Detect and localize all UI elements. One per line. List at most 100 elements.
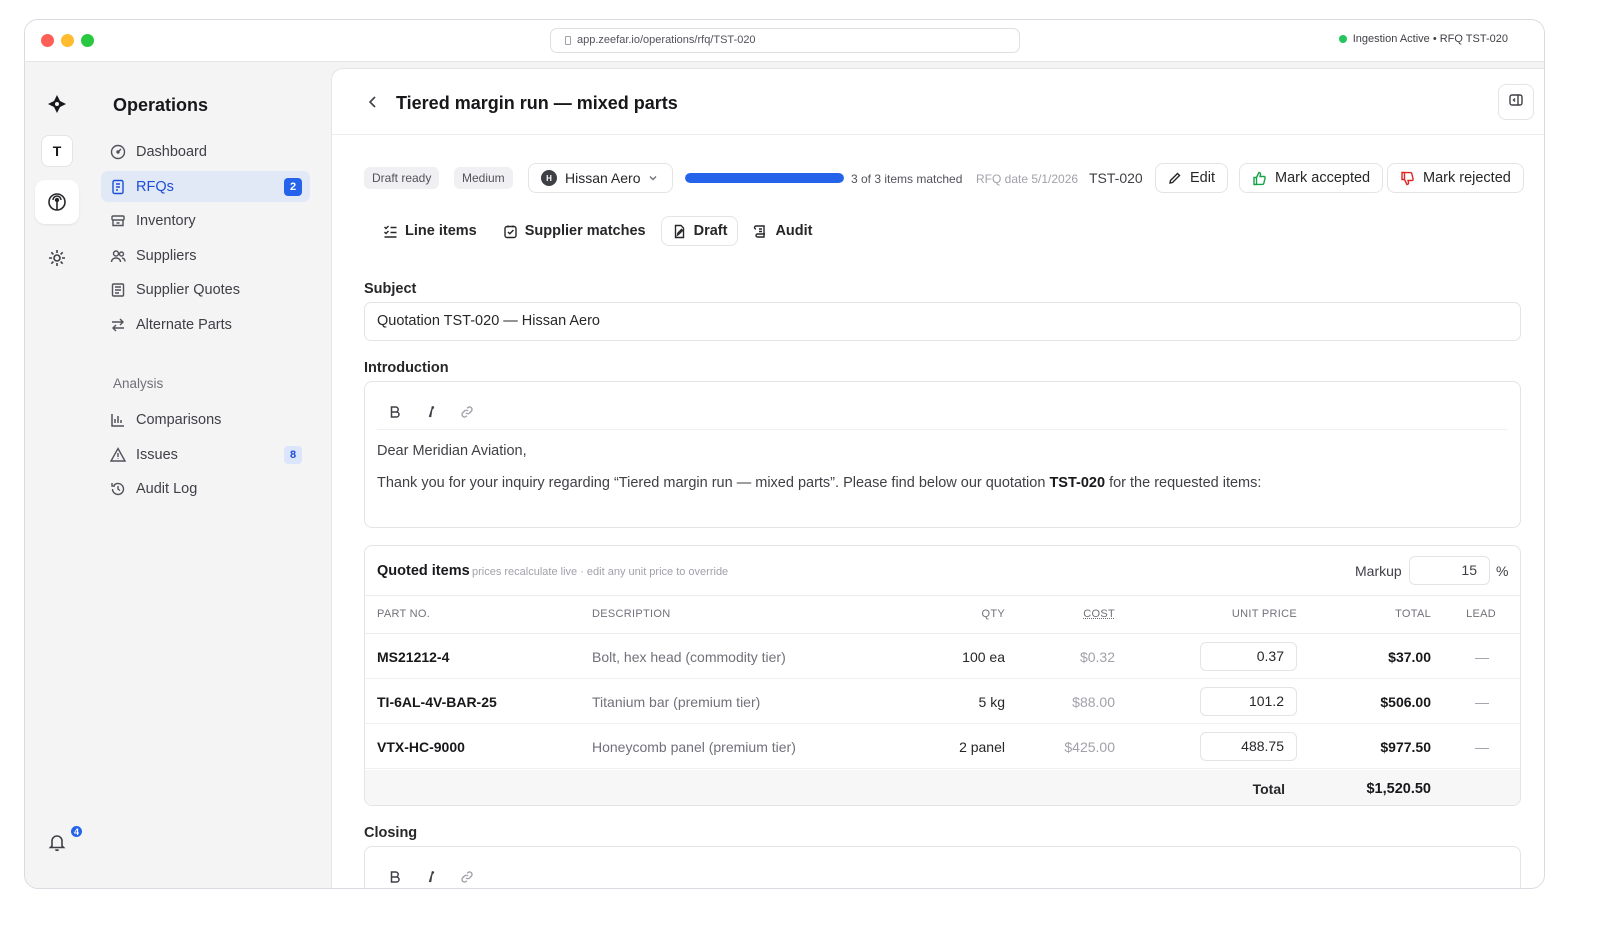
column-header-total: TOTAL	[1395, 608, 1431, 620]
subject-label: Subject	[364, 281, 417, 297]
part-quantity: 2 panel	[959, 739, 1005, 755]
sidebar-item-alternate-parts[interactable]: Alternate Parts	[101, 309, 310, 340]
sidebar-item-rfqs[interactable]: RFQs 2	[101, 171, 310, 202]
quoted-items-header: Quoted items prices recalculate live · e…	[365, 546, 1520, 596]
tab-supplier-matches[interactable]: Supplier matches	[492, 216, 657, 246]
back-chevron-icon[interactable]	[362, 91, 384, 113]
workspace-avatar[interactable]: T	[41, 135, 73, 167]
tab-label: Supplier matches	[524, 223, 646, 239]
ingestion-status-text: Ingestion Active • RFQ TST-020	[1352, 33, 1508, 45]
pencil-icon	[1168, 171, 1182, 185]
edit-label: Edit	[1190, 170, 1215, 186]
introduction-label: Introduction	[364, 360, 449, 376]
sidebar-item-issues[interactable]: Issues 8	[101, 439, 310, 470]
line-total: $37.00	[1388, 649, 1431, 665]
url-bar[interactable]: app.zeefar.io/operations/rfq/TST-020	[550, 28, 1020, 53]
subject-input[interactable]: Quotation TST-020 — Hissan Aero	[364, 302, 1521, 341]
column-header-cost[interactable]: COST	[1083, 608, 1115, 620]
edit-button[interactable]: Edit	[1155, 163, 1228, 193]
toggle-panel-button[interactable]	[1498, 84, 1534, 120]
mark-accepted-button[interactable]: Mark accepted	[1239, 163, 1384, 193]
column-header-unit-price: UNIT PRICE	[1231, 608, 1297, 620]
part-description: Bolt, hex head (commodity tier)	[592, 649, 786, 665]
dashboard-icon	[110, 144, 126, 160]
closing-toolbar	[377, 859, 1507, 889]
document-edit-icon	[672, 224, 687, 239]
rfq-id: TST-020	[1089, 170, 1143, 186]
part-cost: $88.00	[1072, 694, 1115, 710]
quoted-items-hint: prices recalculate live · edit any unit …	[472, 566, 729, 578]
ingestion-status: Ingestion Active • RFQ TST-020	[1338, 33, 1508, 45]
sidebar-item-suppliers[interactable]: Suppliers	[101, 240, 310, 271]
table-row: VTX-HC-9000 Honeycomb panel (premium tie…	[365, 724, 1520, 769]
tab-line-items[interactable]: Line items	[372, 216, 488, 246]
minimize-window-button[interactable]	[61, 34, 74, 47]
scroll-icon	[753, 224, 768, 239]
sidebar-item-comparisons[interactable]: Comparisons	[101, 404, 310, 435]
introduction-greeting: Dear Meridian Aviation,	[377, 443, 527, 459]
browser-window: app.zeefar.io/operations/rfq/TST-020 Ing…	[24, 19, 1545, 889]
draft-tabs: Line items Supplier matches Draft Audit	[372, 216, 827, 246]
italic-icon[interactable]	[413, 864, 449, 889]
swap-icon	[110, 317, 126, 333]
sidebar-item-label: Inventory	[136, 212, 196, 229]
markup-input[interactable]: 15	[1409, 556, 1490, 585]
link-icon[interactable]	[449, 399, 485, 425]
introduction-editor[interactable]: Dear Meridian Aviation, Thank you for yo…	[364, 381, 1521, 528]
part-number: MS21212-4	[377, 649, 450, 665]
sidebar: Operations Dashboard RFQs 2 Inventory Su…	[89, 70, 323, 888]
intro-body-tail: for the requested items:	[1105, 475, 1262, 491]
unit-price-input[interactable]: 488.75	[1200, 732, 1297, 761]
history-icon	[110, 481, 126, 497]
operations-icon[interactable]	[35, 180, 79, 224]
panel-toggle-icon	[1508, 92, 1524, 113]
tab-label: Line items	[405, 223, 477, 239]
mark-rejected-button[interactable]: Mark rejected	[1387, 163, 1524, 193]
main-panel: Tiered margin run — mixed parts Draft re…	[331, 68, 1544, 889]
notifications-bell-icon[interactable]: 4	[35, 820, 84, 864]
intro-body-text: Thank you for your inquiry regarding “Ti…	[377, 475, 1050, 491]
part-description: Honeycomb panel (premium tier)	[592, 739, 796, 755]
logo-icon[interactable]	[35, 82, 79, 126]
intro-quote-id: TST-020	[1049, 475, 1106, 491]
unit-price-input[interactable]: 101.2	[1200, 687, 1297, 716]
status-badge: Draft ready	[364, 167, 440, 189]
bold-icon[interactable]	[377, 864, 413, 889]
maximize-window-button[interactable]	[81, 34, 94, 47]
introduction-body: Thank you for your inquiry regarding “Ti…	[377, 475, 1261, 491]
line-total: $977.50	[1380, 739, 1431, 755]
lead-time: —	[1475, 739, 1489, 755]
priority-badge: Medium	[454, 167, 513, 189]
sidebar-item-label: Suppliers	[136, 247, 197, 264]
icon-rail: T 4	[25, 62, 88, 888]
issues-count-badge: 8	[284, 446, 302, 464]
introduction-toolbar	[377, 394, 1507, 430]
line-total: $506.00	[1380, 694, 1431, 710]
italic-icon[interactable]	[413, 399, 449, 425]
part-cost: $0.32	[1079, 649, 1115, 665]
closing-label: Closing	[364, 825, 418, 841]
sidebar-item-label: Dashboard	[136, 143, 207, 160]
tab-audit[interactable]: Audit	[742, 216, 823, 246]
closing-editor[interactable]	[364, 846, 1521, 889]
rfq-count-badge: 2	[284, 178, 302, 196]
sidebar-item-inventory[interactable]: Inventory	[101, 205, 310, 236]
page-title: Tiered margin run — mixed parts	[396, 93, 678, 113]
page-header: Tiered margin run — mixed parts	[332, 69, 1544, 135]
link-icon[interactable]	[449, 864, 485, 889]
settings-gear-icon[interactable]	[35, 236, 79, 280]
sidebar-item-dashboard[interactable]: Dashboard	[101, 136, 310, 167]
tab-draft[interactable]: Draft	[660, 216, 739, 246]
markup-percent-sign: %	[1496, 563, 1509, 579]
part-quantity: 5 kg	[978, 694, 1005, 710]
sidebar-item-audit-log[interactable]: Audit Log	[101, 473, 310, 504]
rfq-icon	[110, 179, 126, 195]
supplier-select[interactable]: H Hissan Aero	[528, 163, 673, 193]
unit-price-input[interactable]: 0.37	[1200, 642, 1297, 671]
sidebar-item-label: Comparisons	[136, 411, 222, 428]
sidebar-item-supplier-quotes[interactable]: Supplier Quotes	[101, 274, 310, 305]
close-window-button[interactable]	[41, 34, 54, 47]
match-progress-fill	[685, 173, 844, 183]
analysis-section-label: Analysis	[113, 376, 164, 391]
bold-icon[interactable]	[377, 399, 413, 425]
